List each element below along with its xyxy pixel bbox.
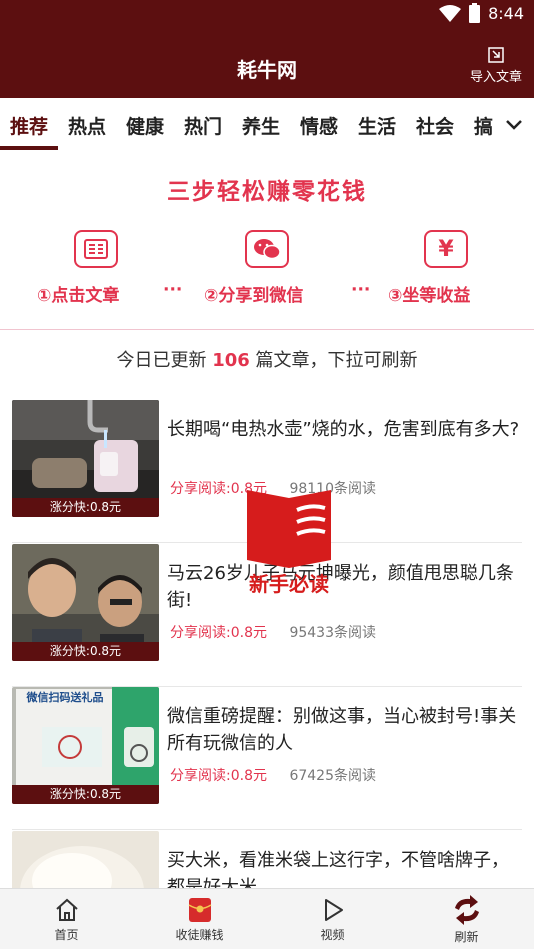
article-title: 马云26岁儿子马元坤曝光，颜值甩思聪几条街! [167, 563, 514, 611]
nav-home[interactable]: 首页 [0, 889, 133, 949]
nav-video[interactable]: 视频 [266, 889, 399, 949]
article-thumbnail: 涨分快:0.8元 [12, 544, 159, 661]
nav-refresh-label: 刷新 [454, 930, 479, 944]
step-3-label: ③坐等收益 [388, 286, 471, 306]
read-count: 67425条阅读 [289, 768, 376, 784]
tab-life[interactable]: 生活 [358, 112, 396, 139]
divider [12, 829, 522, 830]
tab-funny[interactable]: 搞 [474, 112, 493, 139]
newbie-guide-label: 新手必读 [249, 572, 329, 596]
tab-society[interactable]: 社会 [416, 112, 454, 139]
import-label: 导入文章 [469, 70, 522, 85]
step-dots-2: ··· [351, 280, 371, 300]
nav-home-label: 首页 [54, 928, 79, 942]
article-thumbnail: 微信扫码送礼品 涨分快:0.8元 [12, 687, 159, 804]
article-title: 微信重磅提醒：别做这事，当心被封号!事关所有玩微信的人 [167, 706, 517, 754]
nav-refresh[interactable]: 刷新 [400, 889, 533, 949]
tab-hot[interactable]: 热点 [68, 112, 106, 139]
book-icon [247, 490, 331, 568]
app-screen: 8:44 耗牛网 导入文章 推荐 热点 健康 热门 养生 情感 生活 社会 搞 … [0, 0, 534, 949]
status-time: 8:44 [488, 4, 524, 23]
app-header: 8:44 耗牛网 导入文章 [0, 0, 534, 98]
red-envelope-icon [188, 898, 211, 922]
step-2-label: ②分享到微信 [204, 286, 304, 306]
article-meta: 分享阅读:0.8元 67425条阅读 [170, 765, 376, 785]
update-notice: 今日已更新 106 篇文章，下拉可刷新 [0, 346, 534, 372]
step-dots-1: ··· [163, 280, 183, 300]
nav-recruit[interactable]: 收徒赚钱 [133, 889, 266, 949]
share-reward: 分享阅读:0.8元 [170, 768, 267, 784]
article-title: 长期喝“电热水壶”烧的水，危害到底有多大? [167, 419, 520, 440]
tab-wellness[interactable]: 养生 [242, 112, 280, 139]
import-article-button[interactable]: 导入文章 [468, 46, 524, 85]
banner-title: 三步轻松赚零花钱 [167, 179, 367, 205]
nav-video-label: 视频 [320, 928, 345, 942]
tab-health[interactable]: 健康 [126, 112, 164, 139]
article-item[interactable]: 微信扫码送礼品 涨分快:0.8元 微信重磅提醒：别做这事，当心被封号!事关所有玩… [12, 687, 522, 830]
update-prefix: 今日已更新 [116, 350, 213, 371]
step-1-label: ①点击文章 [37, 286, 120, 306]
play-icon [324, 899, 343, 921]
wifi-icon [439, 4, 462, 22]
article-icon [74, 230, 118, 268]
refresh-icon [454, 895, 479, 925]
battery-icon [469, 2, 481, 23]
tab-emotion[interactable]: 情感 [300, 112, 338, 139]
article-meta: 分享阅读:0.8元 95433条阅读 [170, 622, 376, 642]
article-thumbnail: 涨分快:0.8元 [12, 400, 159, 517]
newbie-guide-button[interactable]: 新手必读 [239, 486, 339, 596]
chevron-down-icon [506, 120, 522, 130]
tabs-expand-button[interactable] [494, 98, 534, 152]
active-tab-indicator [0, 146, 58, 150]
update-count: 106 [212, 350, 250, 371]
import-icon [488, 47, 504, 63]
yuan-icon: ¥ [424, 230, 468, 268]
category-tabs: 推荐 热点 健康 热门 养生 情感 生活 社会 搞 [0, 98, 534, 152]
tab-recommend[interactable]: 推荐 [10, 112, 48, 139]
share-reward: 分享阅读:0.8元 [170, 625, 267, 641]
thumbnail-caption: 微信扫码送礼品 [26, 691, 104, 704]
wechat-icon [245, 230, 289, 268]
tab-popular[interactable]: 热门 [184, 112, 222, 139]
read-count: 95433条阅读 [289, 625, 376, 641]
earn-banner[interactable]: 三步轻松赚零花钱 ¥ ①点击文章 ··· ②分享到微信 ··· ③坐等收益 [0, 152, 534, 330]
thumbnail-tag: 涨分快:0.8元 [12, 498, 159, 517]
home-icon [55, 898, 78, 921]
status-bar: 8:44 [0, 0, 534, 30]
nav-recruit-label: 收徒赚钱 [175, 928, 224, 942]
bottom-navigation: 首页 收徒赚钱 视频 刷新 [0, 888, 534, 949]
update-suffix: 篇文章，下拉可刷新 [249, 350, 418, 371]
thumbnail-tag: 涨分快:0.8元 [12, 642, 159, 661]
thumbnail-tag: 涨分快:0.8元 [12, 785, 159, 804]
app-title: 耗牛网 [237, 58, 297, 82]
